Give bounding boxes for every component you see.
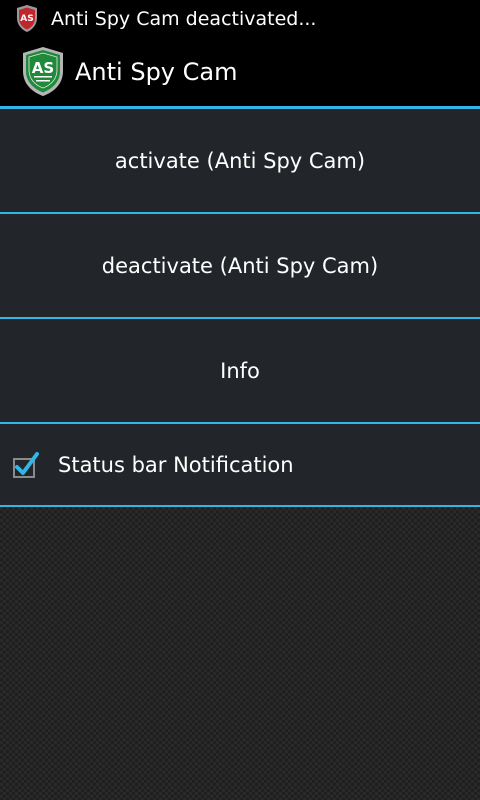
anti-spy-cam-green-shield-logo: AS bbox=[20, 47, 66, 97]
svg-text:AS: AS bbox=[20, 14, 33, 24]
status-bar-notification-toggle[interactable]: Status bar Notification bbox=[0, 424, 480, 507]
app-title: Anti Spy Cam bbox=[75, 58, 238, 86]
info-button-label: Info bbox=[220, 358, 260, 383]
activate-button[interactable]: activate (Anti Spy Cam) bbox=[0, 109, 480, 214]
status-bar: AS Anti Spy Cam deactivated... bbox=[0, 0, 480, 38]
action-bar: AS Anti Spy Cam bbox=[0, 38, 480, 106]
info-button[interactable]: Info bbox=[0, 319, 480, 424]
logo-text: AS bbox=[32, 59, 54, 77]
activate-button-label: activate (Anti Spy Cam) bbox=[114, 148, 366, 173]
status-notification-text: Anti Spy Cam deactivated... bbox=[51, 8, 317, 30]
deactivate-button-label: deactivate (Anti Spy Cam) bbox=[101, 253, 379, 278]
deactivate-button[interactable]: deactivate (Anti Spy Cam) bbox=[0, 214, 480, 319]
checkbox-checked-icon[interactable] bbox=[11, 451, 39, 479]
status-bar-notification-label: Status bar Notification bbox=[58, 452, 294, 477]
main-menu: activate (Anti Spy Cam) deactivate (Anti… bbox=[0, 109, 480, 507]
anti-spy-cam-red-shield-icon: AS bbox=[15, 5, 39, 33]
